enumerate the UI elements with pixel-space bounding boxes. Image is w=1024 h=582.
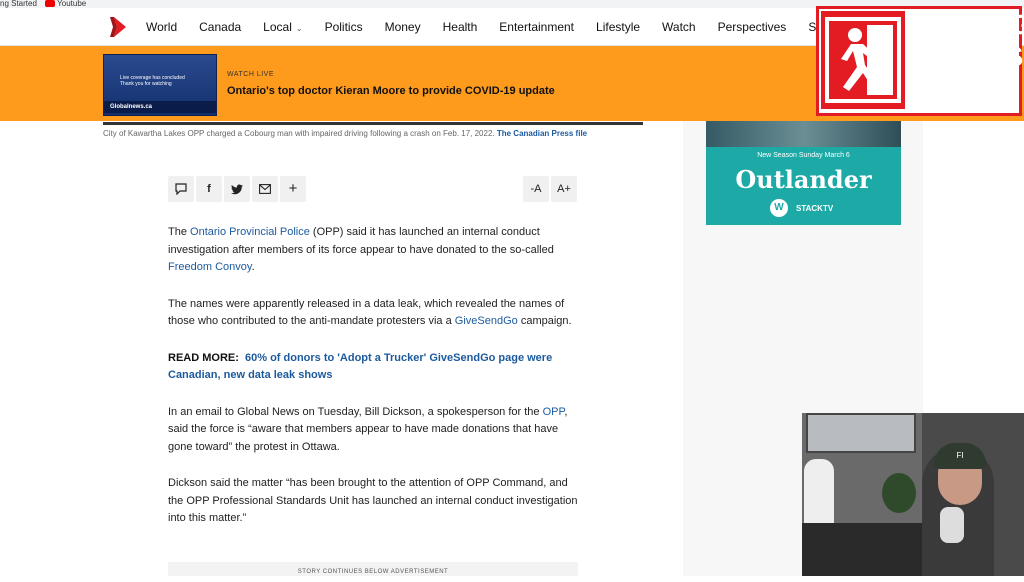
link-ontario-provincial-police[interactable]: Ontario Provincial Police xyxy=(190,226,310,238)
ad-image xyxy=(706,121,901,147)
nav-local[interactable]: Local ⌄ xyxy=(263,20,302,34)
nav-watch[interactable]: Watch xyxy=(662,20,696,34)
ad-season-text: New Season Sunday March 6 xyxy=(757,152,850,159)
running-man-exit-icon xyxy=(821,11,905,109)
link-freedom-convoy[interactable]: Freedom Convoy xyxy=(168,261,252,273)
nav-money[interactable]: Money xyxy=(385,20,421,34)
bookmark-getting-started[interactable]: ng Started xyxy=(0,0,37,8)
webcam-cap: FI xyxy=(934,443,986,469)
share-facebook-button[interactable]: f xyxy=(196,176,222,202)
podcast-handle: @RUNNINGAARONS xyxy=(909,97,989,106)
podcast-title-running: RUNNING xyxy=(907,9,1024,40)
watch-live-label: WATCH LIVE xyxy=(227,71,275,78)
plus-icon: + xyxy=(288,180,298,197)
paragraph-1: The Ontario Provincial Police (OPP) said… xyxy=(168,226,554,273)
more-share-button[interactable]: + xyxy=(280,176,306,202)
comment-button[interactable] xyxy=(168,176,194,202)
podcast-title-aarons: AARONS xyxy=(907,41,1023,72)
thumbnail-brand: Globalnews.ca xyxy=(110,104,153,110)
webcam-plant xyxy=(882,473,916,513)
webcam-window xyxy=(806,413,916,453)
share-email-button[interactable] xyxy=(252,176,278,202)
ad-brand: STACKTV xyxy=(796,204,834,213)
webcam-desk xyxy=(802,523,922,576)
nav-health[interactable]: Health xyxy=(443,20,478,34)
webcam-overlay: FI xyxy=(802,413,1024,576)
twitter-icon xyxy=(231,184,243,194)
youtube-icon xyxy=(45,0,56,7)
increase-font-button[interactable]: A+ xyxy=(551,176,577,202)
image-caption: City of Kawartha Lakes OPP charged a Cob… xyxy=(103,122,643,140)
caption-credit: The Canadian Press file xyxy=(496,129,588,138)
story-continues-notice: STORY CONTINUES BELOW ADVERTISEMENT xyxy=(168,562,578,576)
chevron-down-icon: ⌄ xyxy=(295,24,303,33)
read-more: READ MORE: 60% of donors to 'Adopt a Tru… xyxy=(168,350,580,385)
nav-canada[interactable]: Canada xyxy=(199,20,241,34)
nav-lifestyle[interactable]: Lifestyle xyxy=(596,20,640,34)
ad-title: Outlander xyxy=(735,165,872,194)
nav-perspectives[interactable]: Perspectives xyxy=(718,20,787,34)
running-aarons-podcast-overlay: RUNNING AARONS PODCAST @RUNNINGAARONS xyxy=(816,6,1024,116)
decrease-font-button[interactable]: -A xyxy=(523,176,549,202)
outlander-advertisement[interactable]: New Season Sunday March 6 Outlander W ST… xyxy=(706,121,901,225)
thumbnail-text: Live coverage has concluded Thank you fo… xyxy=(120,75,185,87)
live-video-thumbnail[interactable]: Live coverage has concluded Thank you fo… xyxy=(103,54,217,116)
global-news-logo-icon[interactable] xyxy=(108,16,128,38)
paragraph-4: Dickson said the matter “has been brough… xyxy=(168,477,578,524)
watch-live-title[interactable]: Ontario's top doctor Kieran Moore to pro… xyxy=(227,85,555,97)
nav-entertainment[interactable]: Entertainment xyxy=(499,20,574,34)
comment-icon xyxy=(175,183,187,196)
email-icon xyxy=(259,184,271,195)
podcast-subtitle: PODCAST xyxy=(909,79,986,94)
paragraph-3: In an email to Global News on Tuesday, B… xyxy=(168,405,568,453)
read-more-label: READ MORE: xyxy=(168,351,239,364)
article-body: The Ontario Provincial Police (OPP) said… xyxy=(168,224,580,547)
paragraph-2: The names were apparently released in a … xyxy=(168,297,572,328)
link-opp[interactable]: OPP xyxy=(543,406,565,418)
w-network-logo-icon: W xyxy=(770,199,788,217)
caption-text: City of Kawartha Lakes OPP charged a Cob… xyxy=(103,129,495,138)
share-twitter-button[interactable] xyxy=(224,176,250,202)
nav-politics[interactable]: Politics xyxy=(325,20,363,34)
article-toolbar: f + -A A+ xyxy=(168,176,578,202)
facebook-icon: f xyxy=(207,183,211,195)
nav-local-label: Local xyxy=(263,20,292,34)
link-givesendgo[interactable]: GiveSendGo xyxy=(455,315,518,327)
microphone-icon xyxy=(940,507,964,543)
bookmark-youtube[interactable]: Youtube xyxy=(45,0,92,8)
nav-world[interactable]: World xyxy=(146,20,177,34)
